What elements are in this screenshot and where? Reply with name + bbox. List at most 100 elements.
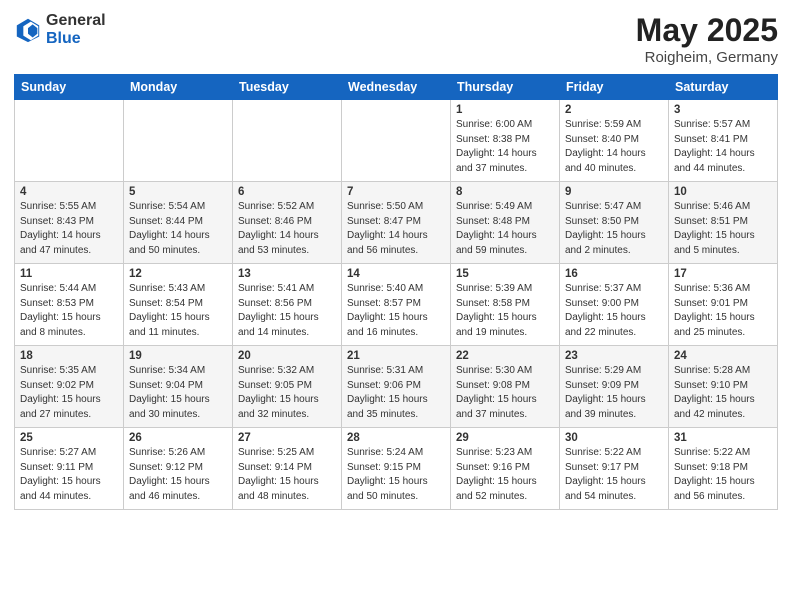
header: General Blue May 2025 Roigheim, Germany: [14, 12, 778, 66]
calendar-cell: 25 Sunrise: 5:27 AM Sunset: 9:11 PM Dayli…: [15, 428, 124, 510]
logo-text: General Blue: [46, 12, 106, 47]
day-info: Sunrise: 5:31 AM Sunset: 9:06 PM Dayligh…: [347, 364, 445, 422]
header-monday: Monday: [124, 75, 233, 100]
header-thursday: Thursday: [451, 75, 560, 100]
day-number: 9: [565, 186, 663, 198]
day-number: 18: [20, 350, 118, 362]
logo: General Blue: [14, 12, 106, 47]
day-info: Sunrise: 5:35 AM Sunset: 9:02 PM Dayligh…: [20, 364, 118, 422]
calendar-cell: 10Sunrise: 5:46 AM Sunset: 8:51 PM Dayli…: [669, 182, 778, 264]
calendar-cell: 8Sunrise: 5:49 AM Sunset: 8:48 PM Daylig…: [451, 182, 560, 264]
calendar-cell: 18 Sunrise: 5:35 AM Sunset: 9:02 PM Dayli…: [15, 346, 124, 428]
day-info: Sunrise: 5:47 AM Sunset: 8:50 PM Dayligh…: [565, 200, 663, 258]
calendar-week-5: 25 Sunrise: 5:27 AM Sunset: 9:11 PM Dayli…: [15, 428, 778, 510]
logo-icon: [14, 16, 42, 44]
main-title: May 2025: [636, 12, 778, 49]
day-info: Sunrise: 5:29 AM Sunset: 9:09 PM Dayligh…: [565, 364, 663, 422]
calendar-cell: 5 Sunrise: 5:54 AM Sunset: 8:44 PM Daylig…: [124, 182, 233, 264]
header-sunday: Sunday: [15, 75, 124, 100]
day-info: Sunrise: 6:00 AM Sunset: 8:38 PM Dayligh…: [456, 118, 554, 176]
day-info: Sunrise: 5:54 AM Sunset: 8:44 PM Dayligh…: [129, 200, 227, 258]
day-number: 8: [456, 186, 554, 198]
calendar-cell: 4Sunrise: 5:55 AM Sunset: 8:43 PM Daylig…: [15, 182, 124, 264]
calendar-cell: 13Sunrise: 5:41 AM Sunset: 8:56 PM Dayli…: [233, 264, 342, 346]
day-number: 30: [565, 432, 663, 444]
day-number: 11: [20, 268, 118, 280]
calendar-cell: 9 Sunrise: 5:47 AM Sunset: 8:50 PM Daylig…: [560, 182, 669, 264]
day-info: Sunrise: 5:52 AM Sunset: 8:46 PM Dayligh…: [238, 200, 336, 258]
day-info: Sunrise: 5:22 AM Sunset: 9:18 PM Dayligh…: [674, 446, 772, 504]
calendar-cell: 3Sunrise: 5:57 AM Sunset: 8:41 PM Daylig…: [669, 100, 778, 182]
calendar-cell: [233, 100, 342, 182]
calendar-cell: [342, 100, 451, 182]
calendar-week-2: 4Sunrise: 5:55 AM Sunset: 8:43 PM Daylig…: [15, 182, 778, 264]
logo-blue-text: Blue: [46, 30, 106, 48]
day-number: 21: [347, 350, 445, 362]
title-block: May 2025 Roigheim, Germany: [636, 12, 778, 66]
day-info: Sunrise: 5:40 AM Sunset: 8:57 PM Dayligh…: [347, 282, 445, 340]
day-info: Sunrise: 5:27 AM Sunset: 9:11 PM Dayligh…: [20, 446, 118, 504]
day-info: Sunrise: 5:28 AM Sunset: 9:10 PM Dayligh…: [674, 364, 772, 422]
calendar-cell: 14Sunrise: 5:40 AM Sunset: 8:57 PM Dayli…: [342, 264, 451, 346]
day-info: Sunrise: 5:23 AM Sunset: 9:16 PM Dayligh…: [456, 446, 554, 504]
day-info: Sunrise: 5:59 AM Sunset: 8:40 PM Dayligh…: [565, 118, 663, 176]
calendar-cell: 23 Sunrise: 5:29 AM Sunset: 9:09 PM Dayli…: [560, 346, 669, 428]
day-number: 7: [347, 186, 445, 198]
day-info: Sunrise: 5:39 AM Sunset: 8:58 PM Dayligh…: [456, 282, 554, 340]
day-info: Sunrise: 5:50 AM Sunset: 8:47 PM Dayligh…: [347, 200, 445, 258]
day-number: 31: [674, 432, 772, 444]
calendar-cell: [124, 100, 233, 182]
day-number: 25: [20, 432, 118, 444]
calendar-header-row: Sunday Monday Tuesday Wednesday Thursday…: [15, 75, 778, 100]
day-info: Sunrise: 5:37 AM Sunset: 9:00 PM Dayligh…: [565, 282, 663, 340]
calendar-cell: 19Sunrise: 5:34 AM Sunset: 9:04 PM Dayli…: [124, 346, 233, 428]
day-info: Sunrise: 5:26 AM Sunset: 9:12 PM Dayligh…: [129, 446, 227, 504]
day-info: Sunrise: 5:36 AM Sunset: 9:01 PM Dayligh…: [674, 282, 772, 340]
day-number: 28: [347, 432, 445, 444]
day-number: 13: [238, 268, 336, 280]
calendar-cell: 21 Sunrise: 5:31 AM Sunset: 9:06 PM Dayli…: [342, 346, 451, 428]
day-number: 27: [238, 432, 336, 444]
logo-general-text: General: [46, 12, 106, 30]
calendar-week-1: 1 Sunrise: 6:00 AM Sunset: 8:38 PM Daylig…: [15, 100, 778, 182]
day-info: Sunrise: 5:22 AM Sunset: 9:17 PM Dayligh…: [565, 446, 663, 504]
calendar-week-3: 11 Sunrise: 5:44 AM Sunset: 8:53 PM Dayli…: [15, 264, 778, 346]
calendar-cell: 27Sunrise: 5:25 AM Sunset: 9:14 PM Dayli…: [233, 428, 342, 510]
calendar-cell: 12Sunrise: 5:43 AM Sunset: 8:54 PM Dayli…: [124, 264, 233, 346]
calendar-cell: 22 Sunrise: 5:30 AM Sunset: 9:08 PM Dayli…: [451, 346, 560, 428]
day-number: 6: [238, 186, 336, 198]
calendar-cell: [15, 100, 124, 182]
calendar-cell: 7 Sunrise: 5:50 AM Sunset: 8:47 PM Daylig…: [342, 182, 451, 264]
calendar-cell: 1 Sunrise: 6:00 AM Sunset: 8:38 PM Daylig…: [451, 100, 560, 182]
header-wednesday: Wednesday: [342, 75, 451, 100]
day-number: 19: [129, 350, 227, 362]
day-number: 2: [565, 104, 663, 116]
day-number: 20: [238, 350, 336, 362]
day-number: 17: [674, 268, 772, 280]
day-number: 26: [129, 432, 227, 444]
calendar-cell: 30 Sunrise: 5:22 AM Sunset: 9:17 PM Dayli…: [560, 428, 669, 510]
day-number: 23: [565, 350, 663, 362]
calendar-cell: 26 Sunrise: 5:26 AM Sunset: 9:12 PM Dayli…: [124, 428, 233, 510]
day-info: Sunrise: 5:43 AM Sunset: 8:54 PM Dayligh…: [129, 282, 227, 340]
day-info: Sunrise: 5:57 AM Sunset: 8:41 PM Dayligh…: [674, 118, 772, 176]
calendar-cell: 24 Sunrise: 5:28 AM Sunset: 9:10 PM Dayli…: [669, 346, 778, 428]
header-tuesday: Tuesday: [233, 75, 342, 100]
calendar-cell: 16Sunrise: 5:37 AM Sunset: 9:00 PM Dayli…: [560, 264, 669, 346]
day-info: Sunrise: 5:30 AM Sunset: 9:08 PM Dayligh…: [456, 364, 554, 422]
day-number: 22: [456, 350, 554, 362]
calendar-week-4: 18 Sunrise: 5:35 AM Sunset: 9:02 PM Dayli…: [15, 346, 778, 428]
day-number: 15: [456, 268, 554, 280]
calendar-cell: 20 Sunrise: 5:32 AM Sunset: 9:05 PM Dayli…: [233, 346, 342, 428]
header-saturday: Saturday: [669, 75, 778, 100]
day-info: Sunrise: 5:55 AM Sunset: 8:43 PM Dayligh…: [20, 200, 118, 258]
day-info: Sunrise: 5:32 AM Sunset: 9:05 PM Dayligh…: [238, 364, 336, 422]
calendar-cell: 31 Sunrise: 5:22 AM Sunset: 9:18 PM Dayli…: [669, 428, 778, 510]
page: General Blue May 2025 Roigheim, Germany …: [0, 0, 792, 612]
day-info: Sunrise: 5:46 AM Sunset: 8:51 PM Dayligh…: [674, 200, 772, 258]
calendar-table: Sunday Monday Tuesday Wednesday Thursday…: [14, 74, 778, 510]
day-number: 1: [456, 104, 554, 116]
day-number: 24: [674, 350, 772, 362]
day-number: 5: [129, 186, 227, 198]
day-info: Sunrise: 5:44 AM Sunset: 8:53 PM Dayligh…: [20, 282, 118, 340]
